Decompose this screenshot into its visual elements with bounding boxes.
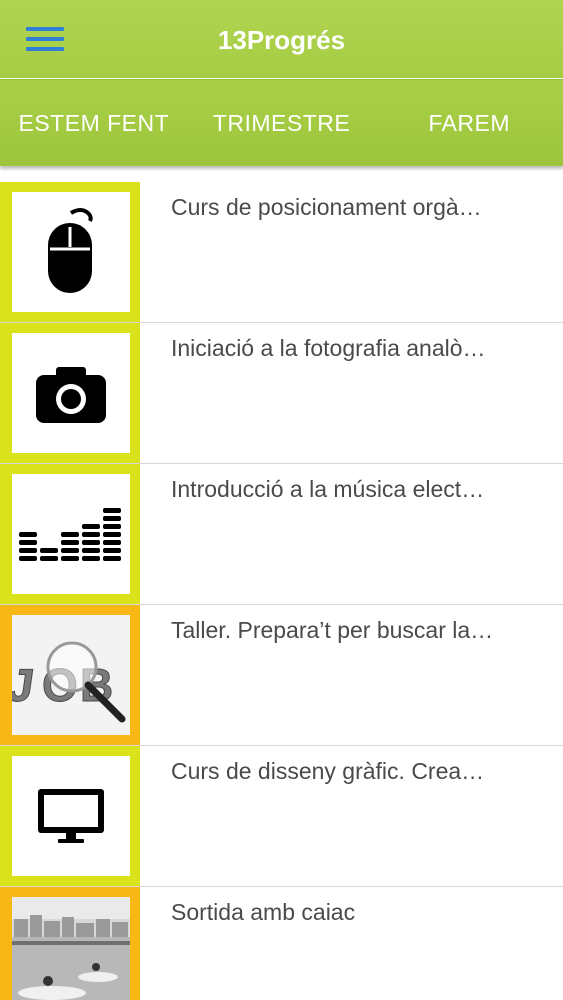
item-thumbnail	[0, 887, 140, 1000]
kayak-photo	[12, 897, 130, 1000]
list-item[interactable]: Sortida amb caiac	[0, 887, 563, 1000]
item-title: Sortida amb caiac	[171, 899, 356, 925]
item-title: Taller. Prepara’t per buscar la…	[171, 617, 494, 643]
item-thumbnail	[0, 464, 140, 604]
top-bar: 13Progrés	[0, 0, 563, 78]
item-title: Introducció a la música elect…	[171, 476, 485, 502]
list-item[interactable]: Curs de disseny gràfic. Crea…	[0, 746, 563, 887]
list-item[interactable]: Introducció a la música elect…	[0, 464, 563, 605]
item-title: Curs de posicionament orgà…	[171, 194, 482, 220]
monitor-icon	[38, 789, 104, 843]
job-search-image: J O B	[12, 615, 130, 735]
list-item[interactable]: Iniciació a la fotografia analò…	[0, 323, 563, 464]
tab-trimestre[interactable]: TRIMESTRE	[188, 80, 376, 166]
tab-farem[interactable]: FAREM	[375, 80, 563, 166]
app-screen: 13Progrés ESTEM FENT TRIMESTRE FAREM Cur…	[0, 0, 563, 1000]
item-thumbnail: J O B	[0, 605, 140, 745]
item-title: Iniciació a la fotografia analò…	[171, 335, 486, 361]
item-thumbnail	[0, 746, 140, 886]
activity-list: Curs de posicionament orgà… Iniciació a …	[0, 182, 563, 1000]
item-thumbnail	[0, 323, 140, 463]
tab-bar: ESTEM FENT TRIMESTRE FAREM	[0, 79, 563, 166]
mouse-icon	[48, 208, 93, 293]
item-thumbnail	[0, 182, 140, 322]
list-item[interactable]: Curs de posicionament orgà…	[0, 182, 563, 323]
app-title: 13Progrés	[217, 25, 346, 55]
tab-estem-fent[interactable]: ESTEM FENT	[0, 80, 188, 166]
list-item[interactable]: J O B Taller. Prepara’t per buscar la…	[0, 605, 563, 746]
equalizer-icon	[19, 508, 121, 561]
item-title: Curs de disseny gràfic. Crea…	[171, 758, 485, 784]
camera-icon	[36, 367, 106, 423]
